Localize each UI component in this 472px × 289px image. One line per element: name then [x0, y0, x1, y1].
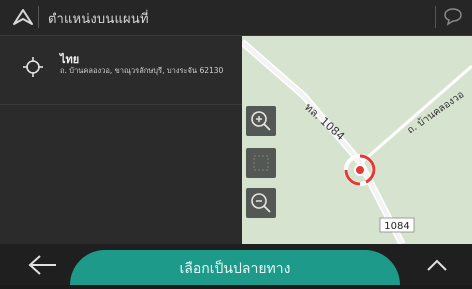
crosshair-icon [23, 57, 43, 77]
bottom-bar: เลือกเป็นปลายทาง [0, 244, 472, 285]
page-title: ตำแหน่งบนแผนที่ [48, 12, 149, 27]
map-roads: ทล. 1084 ถ. บ้านคลองวอ 1084 [242, 39, 472, 244]
select-destination-button[interactable]: เลือกเป็นปลายทาง [70, 250, 400, 285]
chevron-up-icon [427, 259, 447, 271]
back-button[interactable] [0, 244, 78, 285]
location-panel: ไทย ถ. บ้านคลองวอ, ขาณุวรลักษบุรี, บางระ… [0, 36, 242, 244]
speech-bubble-icon[interactable] [442, 7, 464, 27]
zoom-in-button[interactable] [246, 106, 276, 136]
road-label-main: ทล. 1084 [302, 101, 347, 143]
right-divider [435, 6, 436, 28]
road-label-side: ถ. บ้านคลองวอ [405, 88, 466, 136]
expand-button[interactable] [402, 244, 472, 285]
zoom-out-icon [251, 193, 271, 213]
location-address: ถ. บ้านคลองวอ, ขาณุวรลักษบุรี, บางระจัน … [60, 66, 224, 75]
select-destination-label: เลือกเป็นปลายทาง [179, 261, 291, 277]
map-mode-button[interactable] [246, 148, 276, 178]
top-bar: ตำแหน่งบนแผนที่ [0, 0, 472, 36]
back-arrow-icon [28, 255, 56, 275]
grid-icon [253, 155, 269, 171]
map-view[interactable]: ทล. 1084 ถ. บ้านคลองวอ 1084 [242, 36, 472, 244]
zoom-out-button[interactable] [246, 188, 276, 218]
location-marker-icon[interactable] [342, 152, 378, 188]
navigation-arrow-icon[interactable] [12, 8, 34, 26]
route-number: 1084 [384, 221, 409, 232]
title-divider [38, 6, 39, 28]
location-item[interactable]: ไทย ถ. บ้านคลองวอ, ขาณุวรลักษบุรี, บางระ… [0, 36, 242, 105]
zoom-in-icon [251, 111, 271, 131]
